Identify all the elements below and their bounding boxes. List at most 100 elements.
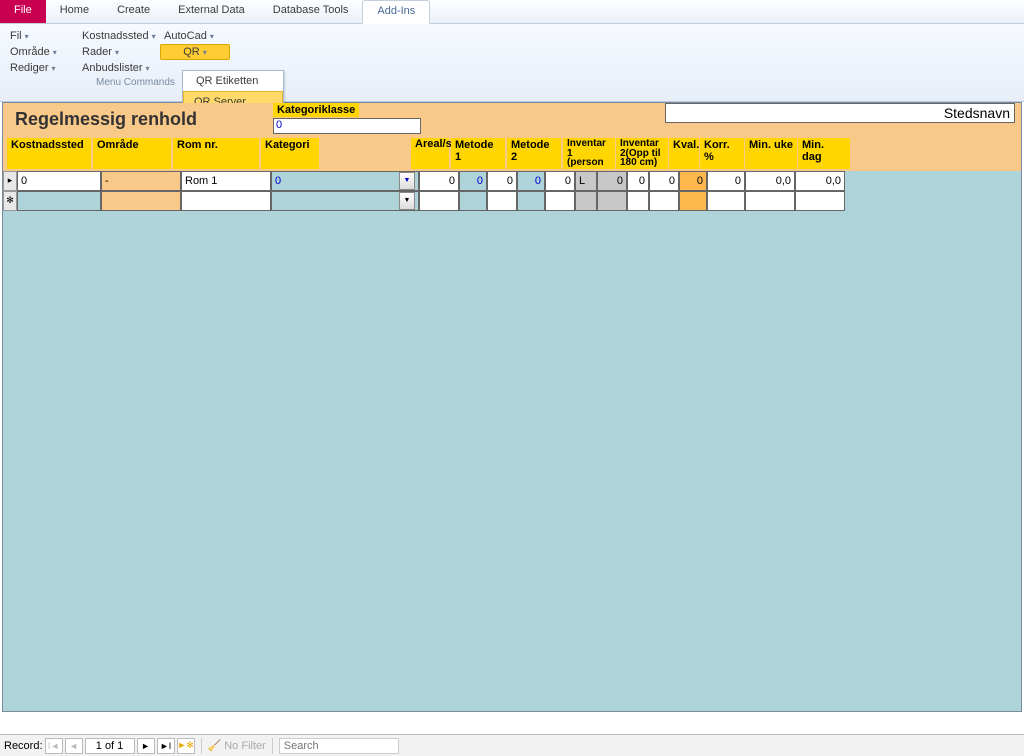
ribbon-tabs: File Home Create External Data Database … (0, 0, 1024, 24)
tab-external-data[interactable]: External Data (164, 0, 259, 23)
nav-prev-button[interactable]: ◄ (65, 738, 83, 754)
col-omrade: Område (93, 138, 171, 169)
ribbon-autocad[interactable]: AutoCad▾ (160, 28, 230, 44)
tab-file[interactable]: File (0, 0, 46, 23)
newcell-i2b[interactable] (649, 191, 679, 211)
ribbon-omrade[interactable]: Område▾ (6, 44, 76, 60)
ribbon-fil-label: Fil (10, 30, 22, 42)
ribbon-qr-label: QR (183, 46, 200, 58)
newcell-m1b[interactable] (487, 191, 517, 211)
newcell-kval[interactable] (679, 191, 707, 211)
col-romnr: Rom nr. (173, 138, 259, 169)
cell-kategori-text: 0 (275, 175, 281, 187)
cell-metode1b[interactable]: 0 (487, 171, 517, 191)
row-selector-new[interactable]: ✻ (3, 191, 17, 211)
caret-icon: ▾ (210, 32, 214, 41)
data-row-new: ▼ (17, 191, 1021, 211)
newcell-mindag[interactable] (795, 191, 845, 211)
caret-icon: ▾ (115, 48, 119, 57)
cell-metode2a[interactable]: 0 (517, 171, 545, 191)
cell-metode1a[interactable]: 0 (459, 171, 487, 191)
newcell-i1b[interactable] (597, 191, 627, 211)
newcell-i1a[interactable] (575, 191, 597, 211)
combo-dropdown-icon[interactable]: ▼ (399, 172, 415, 190)
col-kostnadssted: Kostnadssted (7, 138, 91, 169)
form-header: Regelmessig renhold Kategoriklasse 0 Kos… (3, 103, 1021, 171)
cell-kval[interactable]: 0 (679, 171, 707, 191)
filter-icon: 🧹 (208, 739, 222, 752)
cell-romnr[interactable]: Rom 1 (181, 171, 271, 191)
ribbon-anbudslister[interactable]: Anbudslister▾ (78, 60, 158, 76)
grid-area: ▸ ✻ 0 - Rom 1 0▼ 0 0 0 0 0 L 0 0 0 0 0 0… (3, 171, 1021, 711)
newcell-areal[interactable] (419, 191, 459, 211)
col-kval: Kval. (669, 138, 699, 169)
record-label: Record: (4, 740, 43, 752)
col-areal: Areal/stk. (411, 138, 449, 169)
newcell-kostnadssted[interactable] (17, 191, 101, 211)
row-selector-current[interactable]: ▸ (3, 171, 17, 191)
cell-omrade[interactable]: - (101, 171, 181, 191)
newcell-romnr[interactable] (181, 191, 271, 211)
newcell-kategori[interactable]: ▼ (271, 191, 419, 211)
ribbon-qr[interactable]: QR▾ (160, 44, 230, 60)
form-wrap: Regelmessig renhold Kategoriklasse 0 Kos… (2, 102, 1022, 712)
cell-metode2b[interactable]: 0 (545, 171, 575, 191)
newcell-m1a[interactable] (459, 191, 487, 211)
nav-new-button[interactable]: ►✻ (177, 738, 195, 754)
row-selector-col: ▸ ✻ (3, 171, 17, 211)
newcell-m2a[interactable] (517, 191, 545, 211)
qr-etiketten-item[interactable]: QR Etiketten (183, 71, 283, 91)
col-kategori: Kategori (261, 138, 319, 169)
ribbon-omrade-label: Område (10, 46, 50, 58)
caret-icon: ▾ (53, 48, 57, 57)
newcell-korr[interactable] (707, 191, 745, 211)
col-metode2: Metode 2 (507, 138, 561, 169)
search-input[interactable] (279, 738, 399, 754)
stedsnavn-input[interactable] (665, 103, 1015, 123)
ribbon-anbudslister-label: Anbudslister (82, 62, 143, 74)
caret-icon: ▾ (25, 32, 29, 41)
newcell-omrade[interactable] (101, 191, 181, 211)
cell-inv1a[interactable]: L (575, 171, 597, 191)
no-filter-text: No Filter (224, 740, 266, 752)
cell-mindag[interactable]: 0,0 (795, 171, 845, 191)
cell-minuke[interactable]: 0,0 (745, 171, 795, 191)
record-position-input[interactable] (85, 738, 135, 754)
tab-create[interactable]: Create (103, 0, 164, 23)
record-navigator: Record: I◄ ◄ ► ►I ►✻ 🧹No Filter (0, 734, 1024, 756)
tab-add-ins[interactable]: Add-Ins (362, 0, 430, 24)
cell-korr[interactable]: 0 (707, 171, 745, 191)
ribbon-autocad-label: AutoCad (164, 30, 207, 42)
combo-dropdown-icon[interactable]: ▼ (399, 192, 415, 210)
caret-icon: ▾ (152, 32, 156, 41)
cell-kostnadssted[interactable]: 0 (17, 171, 101, 191)
kategoriklasse-label: Kategoriklasse (273, 103, 359, 117)
ribbon-kostnadssted[interactable]: Kostnadssted▾ (78, 28, 158, 44)
ribbon-body: Fil▾ Kostnadssted▾ AutoCad▾ Område▾ Rade… (0, 24, 1024, 102)
nav-next-button[interactable]: ► (137, 738, 155, 754)
nav-last-button[interactable]: ►I (157, 738, 175, 754)
newcell-m2b[interactable] (545, 191, 575, 211)
ribbon-rediger-label: Rediger (10, 62, 49, 74)
cell-inv2a[interactable]: 0 (627, 171, 649, 191)
col-korr: Korr. % (700, 138, 744, 169)
cell-kategori[interactable]: 0▼ (271, 171, 419, 191)
nav-separator (201, 738, 202, 754)
column-headers: Kostnadssted Område Rom nr. Kategori Are… (7, 138, 1017, 169)
cell-inv2b[interactable]: 0 (649, 171, 679, 191)
cell-areal[interactable]: 0 (419, 171, 459, 191)
tab-home[interactable]: Home (46, 0, 103, 23)
ribbon-rediger[interactable]: Rediger▾ (6, 60, 76, 76)
kategoriklasse-input[interactable]: 0 (273, 118, 421, 134)
nav-first-button[interactable]: I◄ (45, 738, 63, 754)
cell-inv1b[interactable]: 0 (597, 171, 627, 191)
newcell-minuke[interactable] (745, 191, 795, 211)
newcell-i2a[interactable] (627, 191, 649, 211)
no-filter-label[interactable]: 🧹No Filter (208, 739, 266, 752)
ribbon-rader[interactable]: Rader▾ (78, 44, 158, 60)
col-inv1: Inventar 1 (person (563, 138, 615, 169)
caret-icon: ▾ (203, 48, 207, 57)
tab-database-tools[interactable]: Database Tools (259, 0, 363, 23)
ribbon-fil[interactable]: Fil▾ (6, 28, 76, 44)
nav-separator (272, 738, 273, 754)
